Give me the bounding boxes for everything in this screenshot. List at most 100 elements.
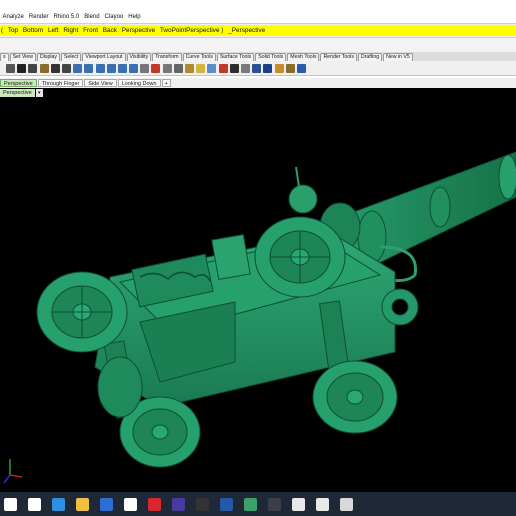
undo-icon[interactable] [50, 63, 60, 73]
search-icon[interactable] [28, 497, 41, 511]
options-icon[interactable] [285, 63, 295, 73]
windows-taskbar [0, 492, 516, 516]
viewport-tab-through-finger[interactable]: Through Finger [37, 79, 84, 87]
command-option-left[interactable]: Left [48, 27, 59, 34]
rhino-active-icon[interactable] [244, 497, 257, 511]
shaded-icon[interactable] [229, 63, 239, 73]
toolbar-tab-viewport-layout[interactable]: Viewport Layout [82, 53, 126, 61]
rotate-view-icon[interactable] [73, 63, 83, 73]
command-prompt[interactable]: ( Top Bottom Left Right Front Back Persp… [0, 25, 516, 36]
toolbar-tab-curve-tools[interactable]: Curve Tools [182, 53, 216, 61]
cplane-icon[interactable] [151, 63, 161, 73]
app-round-icon[interactable] [268, 497, 281, 511]
new-file-icon[interactable] [6, 63, 15, 73]
copy-icon[interactable] [28, 63, 38, 73]
wheel-rear-left [36, 271, 128, 353]
menu-blend[interactable]: Blend [82, 14, 102, 20]
file-explorer-icon[interactable] [76, 497, 89, 511]
window-top [0, 0, 516, 10]
windows-start-icon[interactable] [4, 497, 17, 511]
opera-icon[interactable] [148, 497, 161, 511]
mail-icon[interactable] [100, 497, 113, 511]
wheel-front-top [254, 216, 346, 298]
toolbar-tab-display[interactable]: Display [36, 53, 60, 61]
toolbar-tabs: s Set View Display Select Viewport Layou… [0, 52, 516, 61]
knob-spike [295, 166, 300, 188]
rendered-icon[interactable] [240, 63, 250, 73]
light-icon[interactable] [196, 63, 206, 73]
command-prefix: ( [1, 27, 4, 34]
breech-knob [288, 184, 318, 214]
cannon-model [3, 151, 516, 484]
zoom-icon[interactable] [84, 63, 94, 73]
render-icon[interactable] [263, 63, 273, 73]
zoom-extents-icon[interactable] [106, 63, 116, 73]
viewport-tab-looking-down[interactable]: Looking Down [117, 79, 161, 87]
viewport-title-bar: Perspective ▾ [0, 88, 516, 97]
pan-icon[interactable] [61, 63, 71, 73]
blender-icon[interactable] [220, 497, 233, 511]
command-option-back[interactable]: Back [103, 27, 117, 34]
viewport-tabs: Perspective Through Finger Side View Loo… [0, 78, 516, 88]
command-history [0, 38, 516, 52]
app-purple-icon[interactable] [172, 497, 185, 511]
toolbar-tab-solid-tools[interactable]: Solid Tools [255, 53, 287, 61]
help-icon[interactable] [296, 63, 306, 73]
rhino-window: Analyze Render Rhino 5.0 Blend Clayoo He… [0, 0, 516, 516]
viewport-tab-side-view[interactable]: Side View [84, 79, 117, 87]
command-option-front[interactable]: Front [83, 27, 98, 34]
viewport-tab-perspective[interactable]: Perspective [0, 79, 37, 87]
extra-app-icon[interactable] [340, 497, 353, 511]
menu-help[interactable]: Help [126, 14, 143, 20]
toolbar-tab-surface-tools[interactable]: Surface Tools [216, 53, 255, 61]
add-viewport-tab-button[interactable]: + [161, 79, 171, 87]
calculator-icon[interactable] [292, 497, 305, 511]
menu-rhino5[interactable]: Rhino 5.0 [51, 14, 82, 20]
ghosted-icon[interactable] [252, 63, 262, 73]
menu-analyze[interactable]: Analyze [0, 14, 26, 20]
standard-toolbar [0, 61, 516, 76]
edge-browser-icon[interactable] [52, 497, 65, 511]
cut-icon[interactable] [17, 63, 27, 73]
barrel-muzzle [498, 154, 516, 200]
command-option-perspective[interactable]: Perspective [122, 27, 155, 34]
toolbar-tab-new-in-v5[interactable]: New in V5 [383, 53, 413, 61]
toolbar-tab-set-view[interactable]: Set View [9, 53, 36, 61]
zoom-window-icon[interactable] [95, 63, 105, 73]
toolbar-tab-standard[interactable]: s [0, 53, 9, 61]
command-option-twopoint[interactable]: TwoPointPerspective ) [160, 27, 224, 34]
settings-icon[interactable] [274, 63, 284, 73]
layers-icon[interactable] [207, 63, 217, 73]
perspective-viewport[interactable] [0, 97, 516, 492]
store-icon[interactable] [124, 497, 137, 511]
command-option-top[interactable]: Top [8, 27, 18, 34]
viewport-menu-dropdown[interactable]: ▾ [35, 88, 43, 97]
viewport-title[interactable]: Perspective [0, 88, 35, 97]
toolbar-tab-render-tools[interactable]: Render Tools [320, 53, 357, 61]
toolbar-tab-drafting[interactable]: Drafting [357, 53, 383, 61]
lock-icon[interactable] [185, 63, 194, 73]
command-input[interactable]: _Perspective [228, 27, 265, 34]
wheel-front-bottom [312, 360, 398, 434]
menu-bar: Analyze Render Rhino 5.0 Blend Clayoo He… [0, 10, 516, 23]
command-option-right[interactable]: Right [63, 27, 78, 34]
app-dark-icon[interactable] [196, 497, 209, 511]
four-viewports-icon[interactable] [140, 63, 150, 73]
menu-clayoo[interactable]: Clayoo [102, 14, 126, 20]
toolbar-tab-mesh-tools[interactable]: Mesh Tools [287, 53, 320, 61]
zoom-selected-icon[interactable] [117, 63, 127, 73]
undo-view-icon[interactable] [129, 63, 139, 73]
wheel-side [97, 356, 143, 418]
grid-snap-icon[interactable] [162, 63, 172, 73]
file-icon[interactable] [316, 497, 329, 511]
material-icon[interactable] [218, 63, 228, 73]
trail-ring-hole [391, 298, 409, 316]
toolbar-tab-visibility[interactable]: Visibility [126, 53, 152, 61]
toolbar-tab-select[interactable]: Select [61, 53, 82, 61]
menu-render[interactable]: Render [26, 14, 51, 20]
command-option-bottom[interactable]: Bottom [23, 27, 43, 34]
toolbar-tab-transform[interactable]: Transform [152, 53, 182, 61]
box-block [211, 233, 251, 281]
paste-icon[interactable] [39, 63, 49, 73]
select-icon[interactable] [173, 63, 183, 73]
